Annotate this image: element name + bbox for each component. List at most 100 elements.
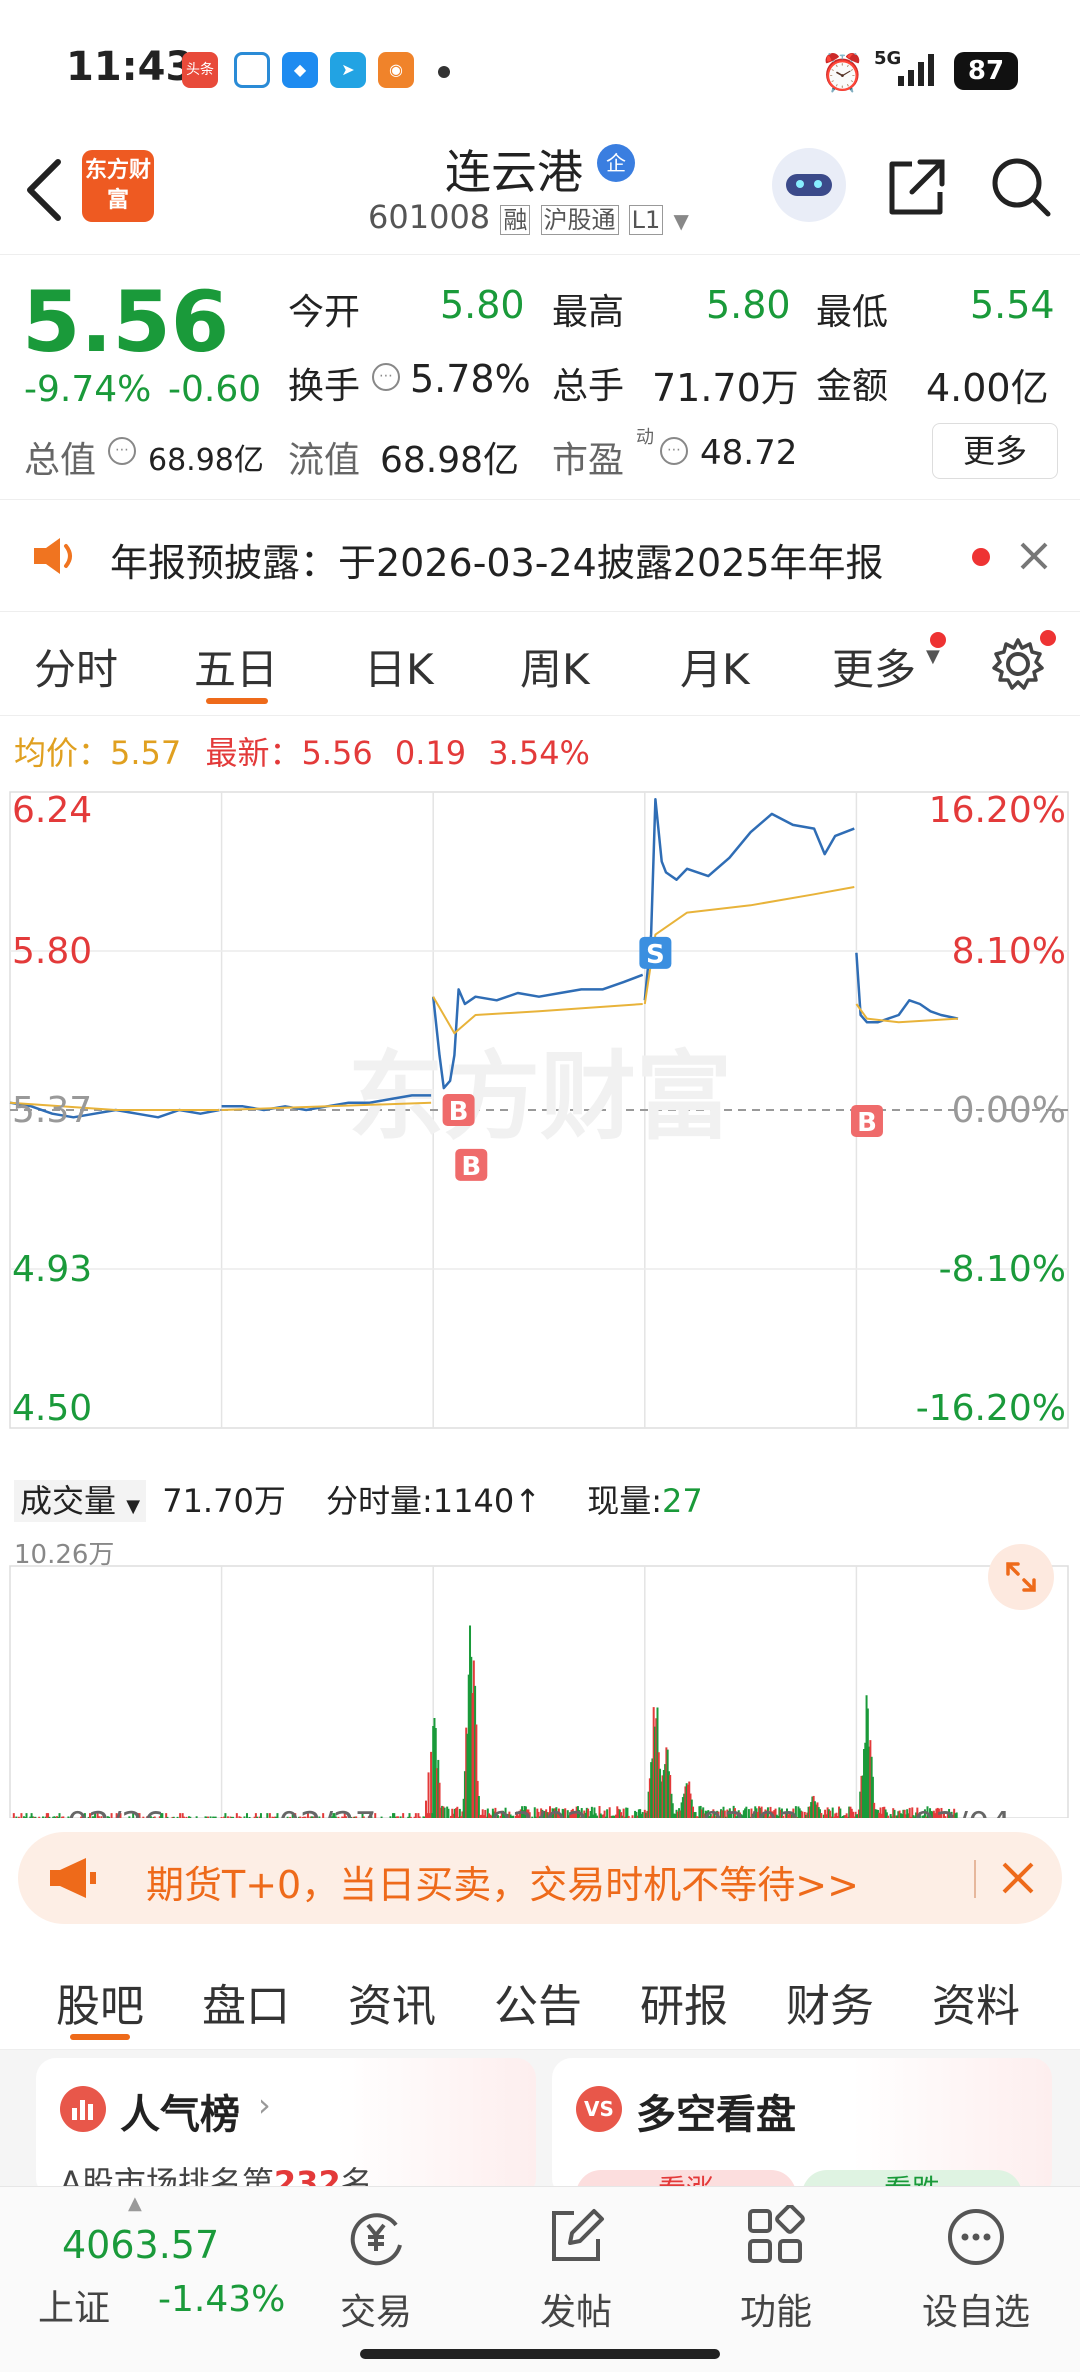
avg-price-line — [855, 1003, 959, 1024]
tick-label: 分时量: — [326, 1482, 433, 1520]
chart-area: 均价：5.57 最新：5.56 0.19 3.54% 东方财富 B B S B 6.24 5… — [0, 716, 1080, 1826]
y-tick-left: 5.80 — [12, 931, 92, 972]
vs-icon: VS — [576, 2086, 622, 2132]
trade-mark-label: S — [646, 940, 665, 970]
volume-header: 成交量 ▼ 71.70万 分时量:1140↑ 现量:27 — [14, 1476, 703, 1522]
open-value: 5.80 — [440, 283, 525, 327]
tab-financials[interactable]: 财务 — [786, 1970, 874, 2034]
unread-dot — [930, 632, 946, 648]
active-tab-indicator — [206, 698, 268, 704]
yuan-cycle-icon — [350, 2213, 402, 2266]
y-tick-right: -8.10% — [939, 1249, 1066, 1290]
tab-intraday[interactable]: 分时 — [34, 636, 118, 697]
trade-mark-label: B — [449, 1097, 469, 1127]
tag-margin: 融 — [500, 205, 531, 235]
volume-max-label: 10.26万 — [14, 1540, 115, 1570]
tag-connect: 沪股通 — [540, 205, 619, 235]
high-value: 5.80 — [706, 283, 791, 327]
tab-guba[interactable]: 股吧 — [56, 1970, 144, 2034]
avg-price-line — [643, 886, 855, 1005]
caret-up-icon: ▲ — [128, 2193, 142, 2214]
tab-news[interactable]: 资讯 — [348, 1970, 436, 2034]
share-icon[interactable] — [884, 156, 948, 220]
tab-more[interactable]: 更多 — [832, 636, 916, 697]
mktcap-value: 68.98亿 — [148, 443, 264, 478]
info-icon[interactable]: ⋯ — [660, 437, 688, 465]
info-icon[interactable]: ⋯ — [108, 437, 136, 465]
dot-icon — [438, 66, 450, 78]
grid-icon — [748, 2204, 805, 2263]
promo-text: 期货T+0，当日买卖，交易时机不等待>> — [146, 1863, 859, 1907]
tab-announcements[interactable]: 公告 — [494, 1970, 582, 2034]
change-amount: -0.60 — [168, 369, 262, 410]
expand-icon — [1006, 1562, 1036, 1592]
now-value: 27 — [662, 1482, 703, 1520]
telegram-icon: ➤ — [330, 52, 366, 88]
edit-icon — [552, 2209, 604, 2261]
low-label: 最低 — [816, 292, 889, 333]
assistant-avatar[interactable] — [772, 148, 846, 222]
diff-value: 0.19 — [394, 734, 467, 772]
mktcap-label: 总值 — [24, 440, 97, 481]
index-ticker[interactable]: ▲ 4063.57 上证 -1.43% — [0, 2187, 285, 2372]
search-icon[interactable] — [988, 154, 1054, 220]
avg-value: 5.57 — [110, 734, 182, 772]
chevron-left-icon[interactable] — [24, 158, 64, 222]
close-icon[interactable] — [1000, 1860, 1036, 1896]
nav-post[interactable]: 发帖 — [506, 2205, 646, 2335]
y-tick-left: 4.50 — [12, 1388, 92, 1429]
high-label: 最高 — [552, 292, 625, 333]
tab-weekly-k[interactable]: 周K — [520, 636, 590, 697]
toutiao-icon: 头条 — [182, 52, 218, 88]
bull-bear-card[interactable]: VS 多空看盘 看涨 看跌 — [552, 2058, 1052, 2198]
y-tick-right: 8.10% — [952, 931, 1066, 972]
status-bar: 11:43 头条 ◆ ➤ ◉ ⏰ 5G 87 — [0, 0, 1080, 130]
gear-icon[interactable] — [990, 636, 1046, 692]
bullbear-title: 多空看盘 — [636, 2092, 796, 2138]
news-icon: ◉ — [378, 52, 414, 88]
pe-sup: 动 — [636, 427, 654, 448]
chart-bars-icon — [60, 2086, 106, 2132]
more-button[interactable]: 更多 — [932, 423, 1058, 479]
price-line — [643, 798, 855, 1001]
info-icon[interactable]: ⋯ — [372, 363, 400, 391]
nav-add-watchlist-label: 设自选 — [921, 2292, 1030, 2333]
logo-text: 东方财富 — [84, 158, 151, 213]
home-indicator — [360, 2349, 720, 2359]
stock-code-row: 601008 融 沪股通 L1 ▼ — [368, 198, 689, 236]
status-time: 11:43 — [66, 44, 194, 90]
app-logo[interactable]: 东方财富 — [82, 150, 154, 222]
tab-research[interactable]: 研报 — [640, 1970, 728, 2034]
notice-bar[interactable]: 年报预披露：于2026-03-24披露2025年年报 — [0, 500, 1080, 612]
index-change: -1.43% — [158, 2279, 286, 2320]
quote-panel: 5.56 -9.74% -0.60 今开 5.80 最高 5.80 最低 5.5… — [0, 255, 1080, 500]
tab-daily-k[interactable]: 日K — [364, 636, 434, 697]
close-icon[interactable] — [1018, 540, 1050, 572]
y-tick-left: 6.24 — [12, 790, 92, 831]
promo-banner[interactable]: 期货T+0，当日买卖，交易时机不等待>> — [18, 1832, 1062, 1924]
nav-functions[interactable]: 功能 — [706, 2204, 846, 2335]
volume-selector[interactable]: 成交量 ▼ — [14, 1480, 147, 1522]
popularity-card[interactable]: 人气榜 › A股市场排名第232名 — [36, 2058, 536, 2198]
unread-dot — [1040, 630, 1056, 646]
amount-label: 金额 — [816, 366, 889, 407]
nav-add-watchlist[interactable]: 设自选 — [906, 2205, 1046, 2335]
tab-monthly-k[interactable]: 月K — [680, 636, 750, 697]
tick-value: 1140 — [432, 1482, 515, 1520]
trade-mark-label: B — [857, 1108, 877, 1138]
active-tab-indicator — [70, 2034, 130, 2040]
stock-code: 601008 — [368, 198, 491, 236]
price-chart[interactable]: 东方财富BBSB6.245.805.374.934.5016.20%8.10%0… — [0, 778, 1080, 1818]
change-percent: -9.74% — [24, 369, 152, 410]
popularity-title: 人气榜 — [120, 2092, 240, 2138]
latest-value: 5.56 — [301, 734, 373, 772]
content-tabs: 股吧 盘口 资讯 公告 研报 财务 资料 — [0, 1940, 1080, 2050]
nav-trade[interactable]: 交易 — [306, 2205, 446, 2335]
turnover-label: 换手 — [288, 366, 361, 407]
tab-five-day[interactable]: 五日 — [194, 636, 278, 697]
expand-button[interactable] — [988, 1544, 1054, 1610]
tab-orderbook[interactable]: 盘口 — [202, 1970, 290, 2034]
volume-label: 成交量 — [20, 1482, 117, 1520]
caret-down-icon[interactable]: ▼ — [673, 209, 688, 233]
tab-profile[interactable]: 资料 — [932, 1970, 1020, 2034]
